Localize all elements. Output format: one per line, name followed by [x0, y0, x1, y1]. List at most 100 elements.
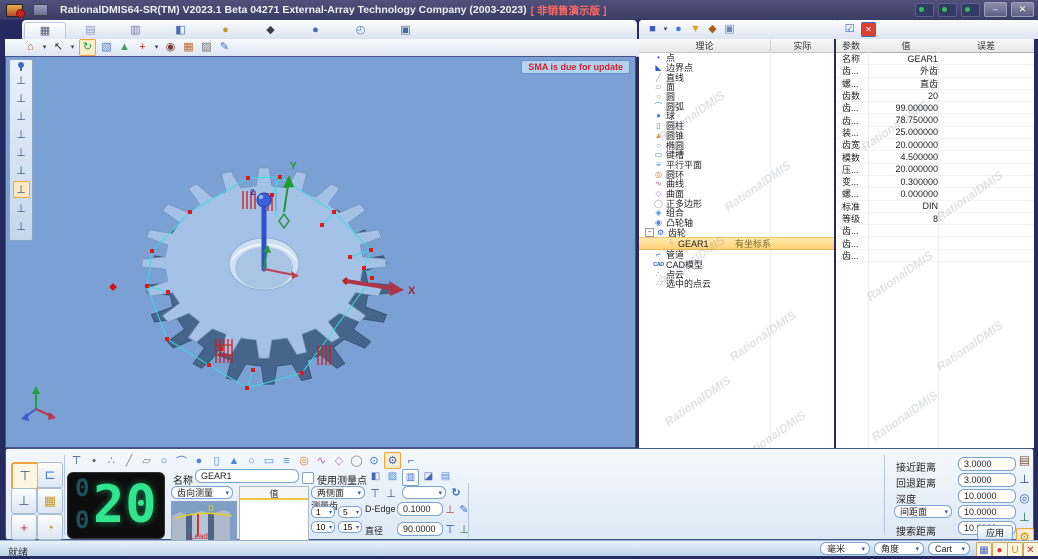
probe-red-icon[interactable]: ⊥: [443, 502, 457, 516]
ribbon-tab-5[interactable]: ●: [203, 21, 248, 39]
ellipse-icon[interactable]: ○: [244, 453, 259, 468]
expand-toggle-icon[interactable]: −: [645, 227, 654, 237]
diameter-input[interactable]: [397, 522, 443, 536]
parameter-row[interactable]: 齿宽 20.000000: [836, 139, 1034, 152]
zoom-window-icon[interactable]: ▧: [99, 40, 114, 55]
machine-status-icon-1[interactable]: [915, 2, 934, 17]
ribbon-tab-4[interactable]: ◧: [158, 21, 203, 39]
caliper-button[interactable]: ⊏: [37, 462, 63, 488]
parallel-planes-icon[interactable]: ≡: [279, 453, 294, 468]
probe-mode-2[interactable]: ⊥: [14, 91, 29, 106]
parameter-row[interactable]: 齿...: [836, 225, 1034, 238]
probe-cube-button[interactable]: ⊤: [11, 462, 39, 490]
doc-icon[interactable]: ▤: [1017, 452, 1033, 468]
ribbon-tab-7[interactable]: ●: [293, 21, 338, 39]
tree-item[interactable]: ∴ 选中的点云: [639, 279, 834, 289]
value-column[interactable]: 值: [874, 39, 938, 52]
angle-select[interactable]: 角度 ▾: [874, 542, 924, 555]
rotate-view-icon[interactable]: ↻: [79, 39, 96, 56]
circle-icon[interactable]: ○: [157, 453, 172, 468]
ribbon-tab-1[interactable]: ▦: [24, 22, 66, 39]
d-edge-input[interactable]: [397, 502, 443, 516]
parameter-row[interactable]: 齿...: [836, 237, 1034, 250]
home-icon[interactable]: ⌂: [23, 40, 38, 55]
parameter-row[interactable]: 齿数 20: [836, 90, 1034, 103]
ribbon-tab-3[interactable]: ▥: [113, 21, 158, 39]
parameter-row[interactable]: 压... 20.000000: [836, 164, 1034, 176]
probe-mode-6[interactable]: ⊥: [14, 163, 29, 178]
update-badge[interactable]: SMA is due for update: [521, 60, 630, 74]
viewport-3d[interactable]: z Y X SMA is due for update ⊥ ⊥ ⊥ ⊥ ⊥ ⊥ …: [5, 56, 636, 448]
probe-button[interactable]: ⊥: [11, 488, 37, 514]
minimize-button[interactable]: –: [984, 2, 1007, 17]
parameter-row[interactable]: 齿... 99.000000: [836, 102, 1034, 115]
mini-tab-3[interactable]: ▥: [402, 469, 419, 486]
fit-view-icon[interactable]: ▲: [117, 40, 132, 55]
parameter-row[interactable]: 标准 DIN: [836, 201, 1034, 213]
axes-dropdown[interactable]: ▾: [153, 40, 160, 55]
line-icon[interactable]: ╱: [122, 453, 137, 468]
machine-status-icon-3[interactable]: [961, 2, 980, 17]
cone-icon[interactable]: ▲: [227, 453, 242, 468]
mini-tab-4[interactable]: ◪: [421, 469, 436, 484]
select-cursor-icon[interactable]: ↖: [51, 40, 66, 55]
image-icon[interactable]: ▦: [181, 40, 196, 55]
probe-mode-7[interactable]: ⊥: [12, 181, 30, 198]
probe-mode-3[interactable]: ⊥: [14, 109, 29, 124]
check-icon[interactable]: ☑: [842, 22, 857, 37]
gear-icon[interactable]: ⚙: [384, 452, 401, 469]
gap-face-select[interactable]: 间距面 ▾: [894, 505, 952, 518]
parameter-row[interactable]: 装... 25.000000: [836, 127, 1034, 140]
apply-button[interactable]: 应用: [977, 525, 1013, 540]
parameter-row[interactable]: 齿... 外齿: [836, 65, 1034, 78]
gap-input[interactable]: [958, 505, 1016, 519]
probe-icon[interactable]: ⊥: [1017, 471, 1033, 487]
probe-mode-4[interactable]: ⊥: [14, 127, 29, 142]
ribbon-tab-2[interactable]: ▤: [68, 21, 113, 39]
torus-icon[interactable]: ◎: [297, 453, 312, 468]
markup-icon[interactable]: ✎: [217, 40, 232, 55]
ribbon-tab-8[interactable]: ◴: [338, 21, 383, 39]
probe-dir2-icon[interactable]: ⊥: [457, 522, 471, 536]
mini-tab-1[interactable]: ◧: [368, 469, 383, 484]
tooth-number-select[interactable]: 5 ▾: [338, 506, 362, 518]
pin-icon[interactable]: [18, 62, 24, 71]
units-select[interactable]: 毫米 ▾: [820, 542, 870, 555]
capture-icon[interactable]: ▨: [199, 40, 214, 55]
tree-item[interactable]: − ⚙ 齿轮: [639, 227, 834, 238]
ribbon-tab-6[interactable]: ◆: [248, 21, 293, 39]
coord-select[interactable]: Cart ▾: [928, 542, 970, 555]
value-list[interactable]: 值: [239, 486, 309, 541]
close-panel-icon[interactable]: ✕: [861, 22, 876, 37]
axes-setup-button[interactable]: +: [11, 514, 37, 540]
parameter-row[interactable]: 等级 8: [836, 213, 1034, 226]
pipe-icon[interactable]: ⌐: [404, 453, 419, 468]
parameter-row[interactable]: 模数 4.500000: [836, 151, 1034, 164]
feature-cube-icon[interactable]: ■: [645, 22, 660, 37]
curve-icon[interactable]: ∿: [314, 453, 329, 468]
boundary-point-icon[interactable]: ∴: [104, 453, 119, 468]
arc-icon[interactable]: ⌒: [174, 453, 189, 468]
probe-mode-9[interactable]: ⊥: [14, 219, 29, 234]
tree-column-actual[interactable]: 实际: [771, 39, 834, 52]
probe-mode-5[interactable]: ⊥: [14, 145, 29, 160]
tooth-number-select[interactable]: 1 ▾: [311, 506, 335, 518]
z-axis-handle[interactable]: [256, 192, 272, 208]
eye-icon[interactable]: ◉: [163, 40, 178, 55]
tools-button[interactable]: ◔: [37, 514, 63, 540]
home-dropdown[interactable]: ▾: [41, 40, 48, 55]
refresh-icon[interactable]: ↻: [449, 485, 463, 499]
param-column[interactable]: 参数: [836, 39, 874, 52]
mini-tab-2[interactable]: ▨: [385, 469, 400, 484]
sphere-icon[interactable]: ●: [192, 453, 207, 468]
plane-icon[interactable]: ▱: [139, 453, 154, 468]
retract-input[interactable]: [958, 473, 1016, 487]
axes-icon[interactable]: +: [135, 40, 150, 55]
combine-icon[interactable]: ⊙: [367, 453, 382, 468]
cylinder-icon[interactable]: ▯: [209, 453, 224, 468]
sphere-icon[interactable]: ●: [671, 22, 686, 37]
parameter-row[interactable]: 螺... 直齿: [836, 78, 1034, 90]
gem-icon[interactable]: ◆: [705, 22, 720, 37]
tree-column-theory[interactable]: 理论: [639, 39, 771, 52]
parameter-row[interactable]: 变... 0.300000: [836, 176, 1034, 189]
